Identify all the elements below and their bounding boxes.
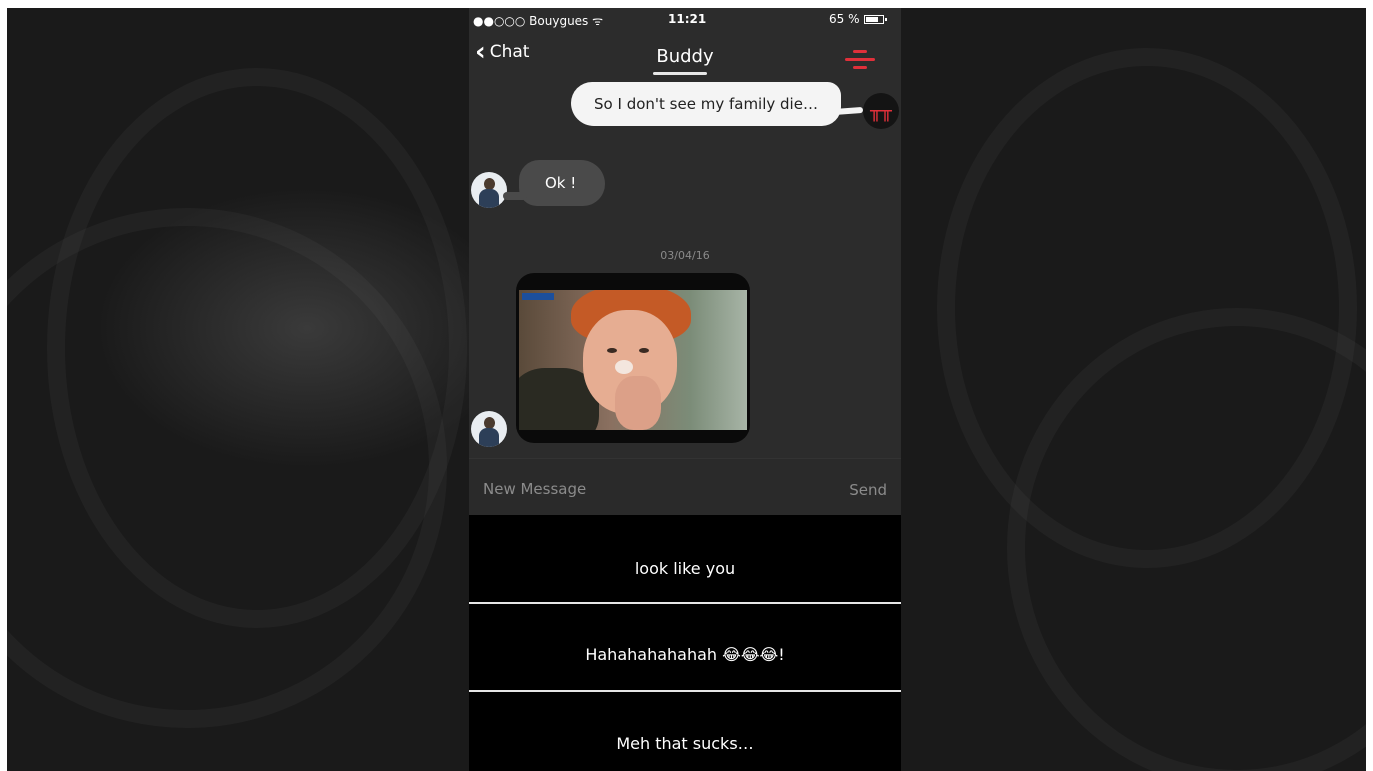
battery-percent: 65 % [829,12,860,26]
gif-image [519,290,747,430]
menu-icon[interactable] [845,50,875,70]
message-composer: Send [469,458,901,516]
incoming-message-bubble[interactable]: Ok ! [503,160,605,206]
divider [469,602,901,604]
battery-icon [863,15,887,24]
send-button[interactable]: Send [849,481,887,499]
divider [469,690,901,692]
conversation-title: Buddy [656,46,714,67]
quick-reply-option[interactable]: Hahahahahahah 😂😂😂! [469,611,901,697]
quick-reply-option[interactable]: Meh that sucks… [469,700,901,771]
new-message-input[interactable] [483,480,783,498]
quick-reply-option[interactable]: look like you [469,525,901,611]
incoming-message-text: Ok ! [545,174,577,192]
quick-reply-panel: look like you Hahahahahahah 😂😂😂! Meh tha… [469,515,901,771]
buddy-avatar[interactable] [471,411,507,447]
my-avatar[interactable]: ╥╥ [863,93,899,129]
status-bar: ●●○○○ Bouygues ᯤ 11:21 65 % [469,8,901,30]
buddy-avatar[interactable] [471,172,507,208]
gif-message-bubble[interactable] [516,273,750,443]
battery-indicator: 65 % [829,12,887,26]
broadcast-logo [522,293,554,300]
avatar-logo-glyph: ╥╥ [870,100,892,122]
outgoing-message-bubble[interactable]: So I don't see my family die… [571,82,841,126]
clock: 11:21 [668,12,707,26]
date-separator: 03/04/16 [660,249,710,262]
video-frame-background: ●●○○○ Bouygues ᯤ 11:21 65 % ‹ Chat Buddy… [7,8,1366,771]
phone-screen: ●●○○○ Bouygues ᯤ 11:21 65 % ‹ Chat Buddy… [469,8,901,771]
navigation-bar: ‹ Chat Buddy [469,36,901,76]
title-underline [653,72,707,75]
outgoing-message-text: So I don't see my family die… [594,95,818,113]
carrier-label: ●●○○○ Bouygues ᯤ [473,14,604,28]
